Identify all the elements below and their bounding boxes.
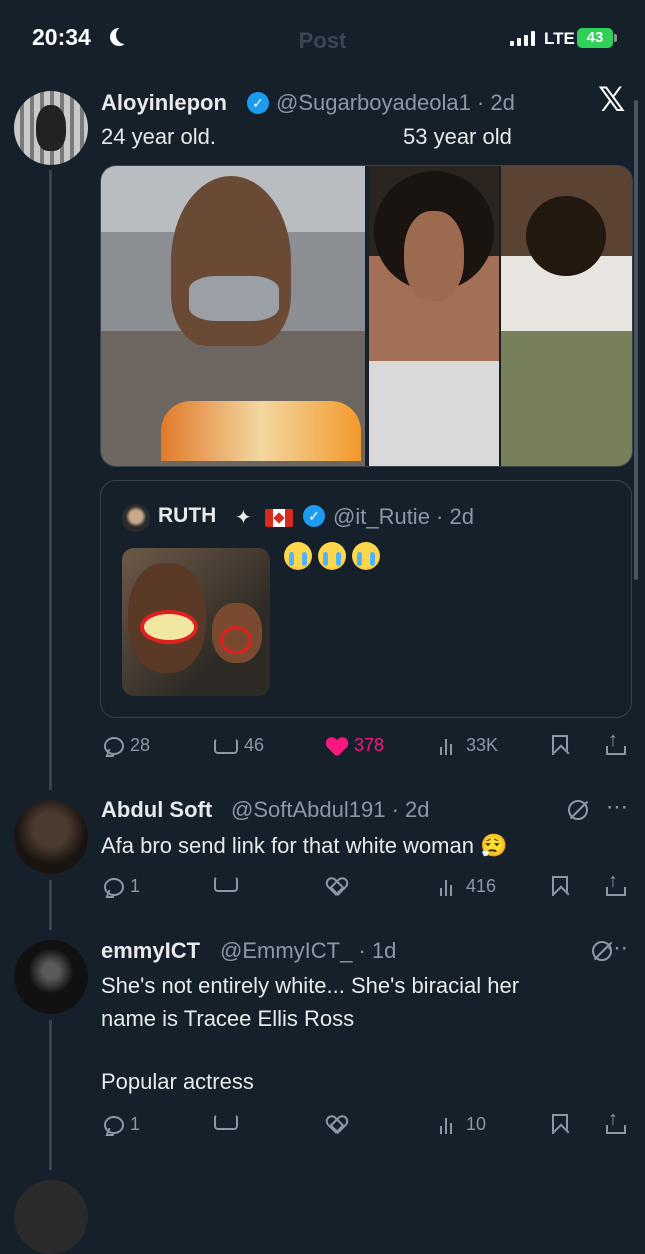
share-icon xyxy=(606,729,626,755)
author-name[interactable]: emmyICT xyxy=(101,938,200,964)
battery-nub xyxy=(614,34,617,42)
reply-button[interactable]: 1 xyxy=(104,1114,140,1135)
grok-icon[interactable] xyxy=(568,800,588,820)
network-label: LTE xyxy=(544,29,575,48)
signal-icon xyxy=(510,30,535,46)
heart-icon xyxy=(326,736,348,756)
reply-text: Afa bro send link for that white woman 😮… xyxy=(101,833,508,858)
views-icon xyxy=(440,878,460,896)
author-name[interactable]: Abdul Soft xyxy=(101,797,212,823)
bird-icon: ✦ xyxy=(235,507,252,529)
avatar[interactable] xyxy=(14,940,88,1014)
crying-emoji-icon xyxy=(284,542,312,570)
bookmark-button[interactable] xyxy=(552,1114,568,1134)
share-button[interactable] xyxy=(606,1108,626,1134)
share-button[interactable] xyxy=(606,870,626,896)
quoted-author-handle: @it_Rutie · 2d xyxy=(333,504,474,529)
post-text-right: 53 year old xyxy=(403,124,512,149)
battery-indicator: 43 xyxy=(577,28,613,48)
reply-text-line2: name is Tracee Ellis Ross xyxy=(101,1006,355,1031)
repost-button[interactable] xyxy=(214,1114,238,1130)
reply-icon xyxy=(104,736,124,755)
heart-icon xyxy=(326,876,348,896)
avatar[interactable] xyxy=(14,91,88,165)
reply-button[interactable]: 1 xyxy=(104,876,140,897)
share-button[interactable] xyxy=(606,729,626,755)
like-button[interactable]: 378 xyxy=(326,735,384,756)
reply-text-line3: Popular actress xyxy=(101,1069,254,1094)
author-handle[interactable]: @EmmyICT_ · 1d xyxy=(220,938,396,964)
media-image-1[interactable] xyxy=(101,166,365,466)
media-image-2[interactable] xyxy=(369,166,499,466)
like-button[interactable] xyxy=(326,1114,348,1134)
author-name[interactable]: Aloyinlepon xyxy=(101,90,227,116)
bookmark-button[interactable] xyxy=(552,876,568,896)
repost-icon xyxy=(214,737,238,754)
avatar[interactable] xyxy=(14,800,88,874)
reply-text-line1: She's not entirely white... She's biraci… xyxy=(101,973,520,998)
canada-flag-icon xyxy=(265,509,293,527)
author-handle[interactable]: @SoftAbdul191 · 2d xyxy=(231,797,430,823)
repost-button[interactable]: 46 xyxy=(214,735,264,756)
more-icon[interactable]: ⋯ xyxy=(606,935,629,961)
views-icon xyxy=(440,1116,460,1134)
verified-badge-icon: ✓ xyxy=(303,505,325,527)
bookmark-icon xyxy=(552,876,568,896)
more-icon[interactable]: ⋯ xyxy=(606,794,629,820)
bookmark-icon xyxy=(552,1114,568,1134)
bookmark-button[interactable] xyxy=(552,735,568,755)
thread-line xyxy=(49,170,52,790)
post-media[interactable] xyxy=(100,165,633,467)
crying-emoji-icon xyxy=(318,542,346,570)
quoted-author-name: RUTH xyxy=(158,504,217,527)
repost-icon xyxy=(214,876,238,892)
crying-emoji-icon xyxy=(352,542,380,570)
quoted-text xyxy=(284,542,386,577)
views-button[interactable]: 33K xyxy=(440,735,498,756)
repost-button[interactable] xyxy=(214,876,238,892)
thread-line xyxy=(49,1020,52,1170)
scrollbar[interactable] xyxy=(634,100,638,580)
media-image-3[interactable] xyxy=(501,166,632,466)
reply-icon xyxy=(104,1115,124,1134)
reply-button[interactable]: 28 xyxy=(104,735,150,756)
views-button[interactable]: 416 xyxy=(440,876,496,897)
share-icon xyxy=(606,870,626,896)
author-handle[interactable]: @Sugarboyadeola1 · 2d xyxy=(276,90,515,116)
reply-icon xyxy=(104,877,124,896)
quoted-avatar xyxy=(122,504,150,532)
post-text-left: 24 year old. xyxy=(101,124,216,149)
avatar[interactable] xyxy=(14,1180,88,1254)
heart-icon xyxy=(326,1114,348,1134)
like-button[interactable] xyxy=(326,876,348,896)
verified-badge-icon: ✓ xyxy=(247,92,269,114)
quoted-media-image[interactable] xyxy=(122,548,270,696)
views-icon xyxy=(440,737,460,755)
bookmark-icon xyxy=(552,735,568,755)
x-logo-icon[interactable]: 𝕏 xyxy=(598,82,634,118)
views-button[interactable]: 10 xyxy=(440,1114,486,1135)
thread-line xyxy=(49,880,52,930)
share-icon xyxy=(606,1108,626,1134)
repost-icon xyxy=(214,1114,238,1130)
